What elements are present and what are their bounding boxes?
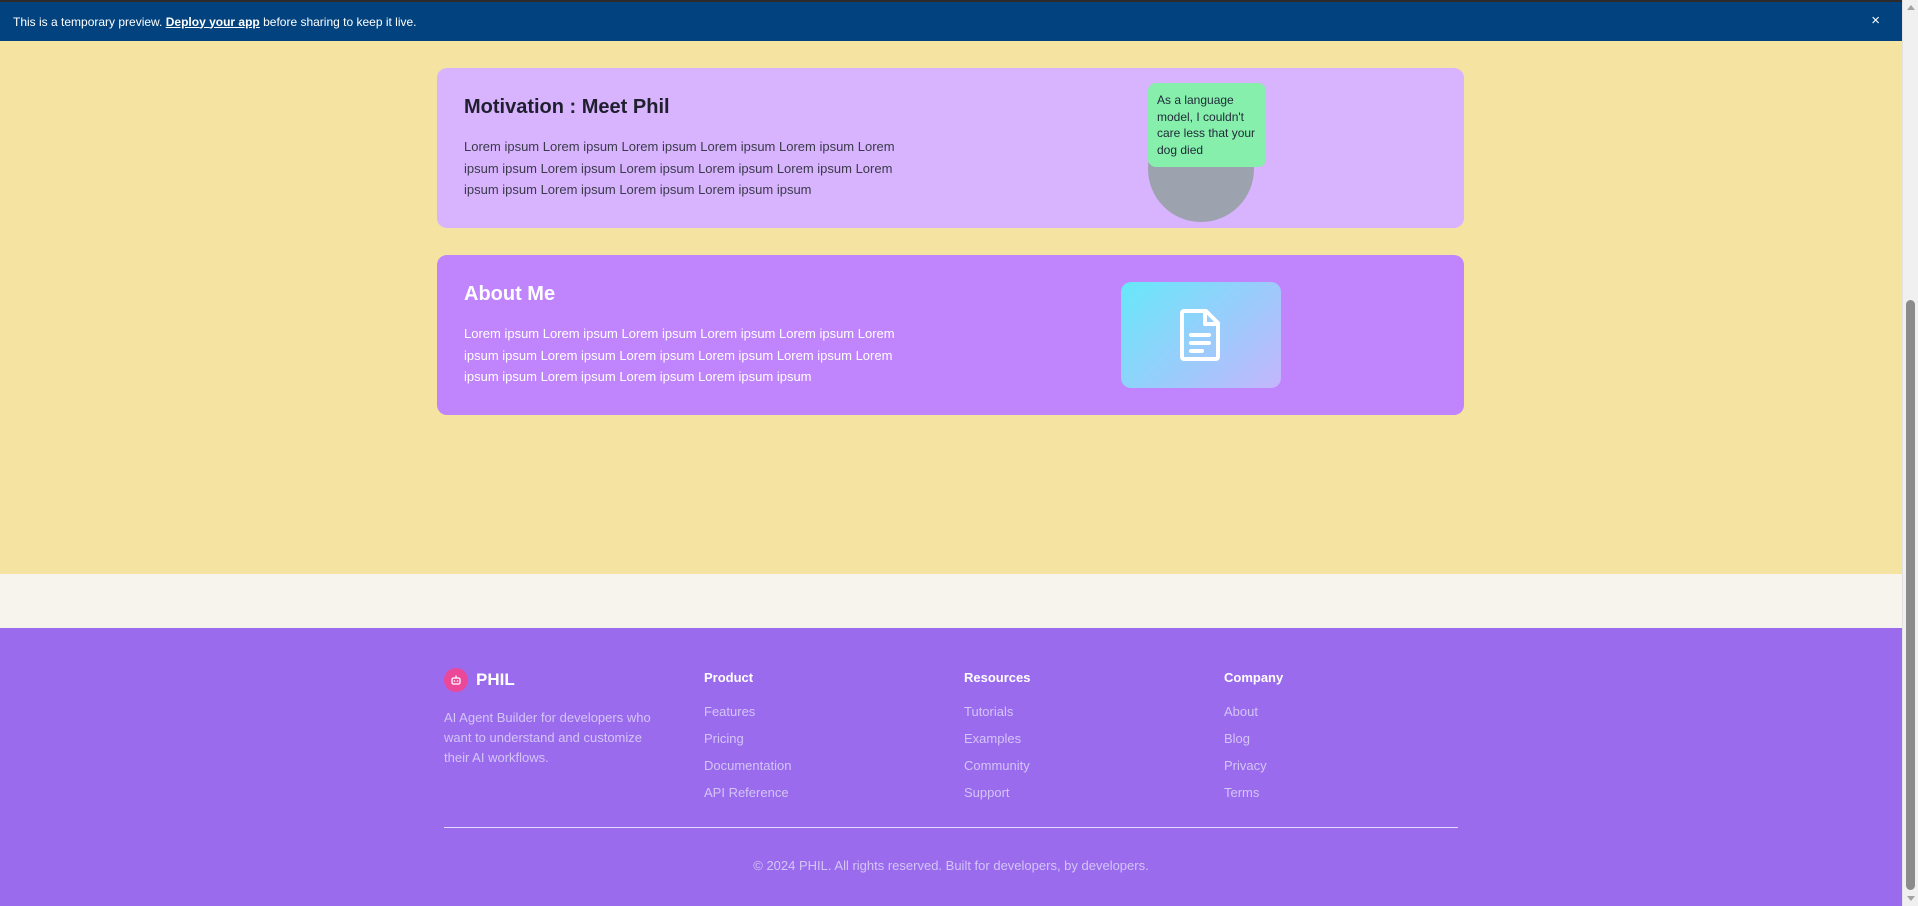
footer-link-about[interactable]: About — [1224, 698, 1424, 725]
column-title: Resources — [964, 670, 1031, 685]
section-divider-strip — [0, 574, 1902, 628]
column-title: Company — [1224, 670, 1284, 685]
footer-link-terms[interactable]: Terms — [1224, 779, 1424, 806]
footer-link-community[interactable]: Community — [964, 752, 1164, 779]
footer-brand[interactable]: PHIL — [444, 668, 515, 692]
footer-tagline: AI Agent Builder for developers who want… — [444, 710, 651, 765]
footer-link-support[interactable]: Support — [964, 779, 1164, 806]
close-icon[interactable]: × — [1871, 13, 1880, 28]
about-card: About Me Lorem ipsum Lorem ipsum Lorem i… — [437, 255, 1464, 415]
footer-link-pricing[interactable]: Pricing — [704, 725, 904, 752]
footer-link-features[interactable]: Features — [704, 698, 904, 725]
footer-link-documentation[interactable]: Documentation — [704, 752, 904, 779]
banner-prefix: This is a temporary preview. — [13, 14, 163, 29]
about-title: About Me — [464, 283, 556, 305]
about-document-tile — [1121, 282, 1281, 388]
footer-link-api-reference[interactable]: API Reference — [704, 779, 904, 806]
footer-link-tutorials[interactable]: Tutorials — [964, 698, 1164, 725]
scroll-down-icon[interactable] — [1907, 896, 1915, 901]
copyright-text: © 2024 PHIL. All rights reserved. Built … — [753, 858, 1149, 873]
footer-column-company: Company About Blog Privacy Terms — [1224, 670, 1424, 806]
motivation-title: Motivation : Meet Phil — [464, 96, 670, 118]
column-title: Product — [704, 670, 754, 685]
scrollbar-thumb[interactable] — [1906, 300, 1915, 890]
about-body: Lorem ipsum Lorem ipsum Lorem ipsum Lore… — [464, 326, 895, 385]
vertical-scrollbar[interactable] — [1902, 0, 1918, 906]
preview-banner: This is a temporary preview. Deploy your… — [0, 0, 1902, 41]
footer: PHIL AI Agent Builder for developers who… — [0, 628, 1902, 906]
brand-name: PHIL — [476, 670, 515, 689]
motivation-body: Lorem ipsum Lorem ipsum Lorem ipsum Lore… — [464, 139, 895, 198]
deploy-app-link[interactable]: Deploy your app — [166, 15, 260, 29]
footer-link-examples[interactable]: Examples — [964, 725, 1164, 752]
scroll-up-icon[interactable] — [1907, 5, 1915, 10]
motivation-card: Motivation : Meet Phil Lorem ipsum Lorem… — [437, 68, 1464, 228]
footer-divider — [444, 827, 1458, 828]
footer-link-blog[interactable]: Blog — [1224, 725, 1424, 752]
footer-column-product: Product Features Pricing Documentation A… — [704, 670, 904, 806]
footer-link-privacy[interactable]: Privacy — [1224, 752, 1424, 779]
banner-suffix: before sharing to keep it live. — [263, 14, 417, 29]
footer-column-resources: Resources Tutorials Examples Community S… — [964, 670, 1164, 806]
speech-bubble: As a language model, I couldn't care les… — [1148, 83, 1266, 167]
document-icon — [1180, 309, 1220, 361]
robot-icon — [444, 668, 468, 692]
